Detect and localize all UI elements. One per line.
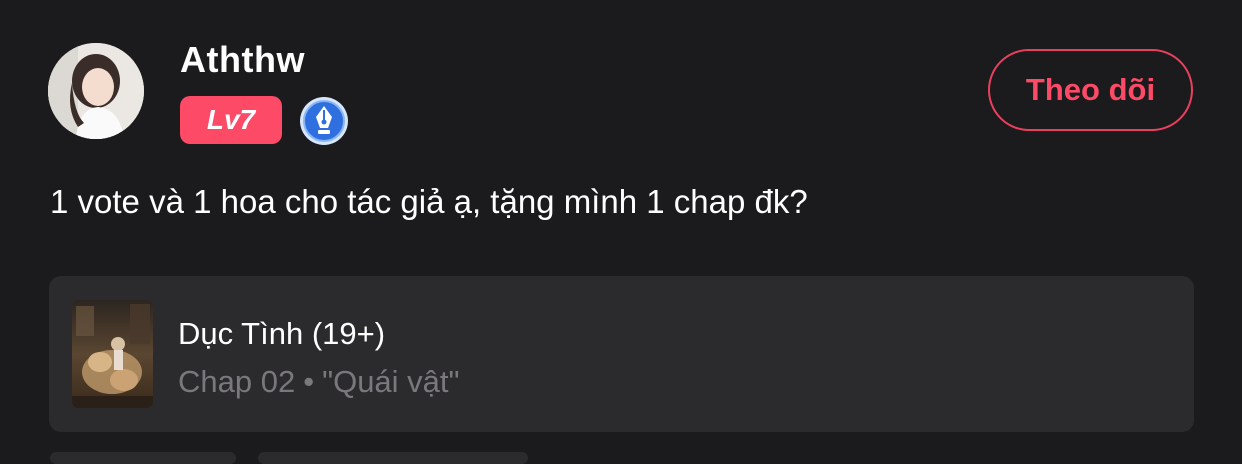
chapter-card[interactable]: Dục Tình (19+) Chap 02 • "Quái vật"	[49, 276, 1194, 432]
comment-text: 1 vote và 1 hoa cho tác giả ạ, tặng mình…	[50, 183, 808, 220]
story-title: Dục Tình (19+)	[178, 316, 386, 351]
chapter-name: "Quái vật"	[322, 364, 460, 399]
story-cover-image	[72, 300, 153, 408]
action-chip[interactable]	[50, 452, 236, 464]
username[interactable]: Aththw	[180, 38, 305, 82]
chapter-number: Chap 02	[178, 364, 296, 399]
level-badge: Lv7	[180, 96, 282, 144]
avatar[interactable]	[48, 43, 144, 139]
pen-nib-icon	[298, 95, 350, 147]
avatar-image	[48, 43, 144, 139]
follow-button[interactable]: Theo dõi	[988, 49, 1193, 131]
action-chip[interactable]	[258, 452, 528, 464]
separator-dot: •	[303, 364, 315, 399]
chapter-info: Chap 02 • "Quái vật"	[178, 362, 460, 402]
